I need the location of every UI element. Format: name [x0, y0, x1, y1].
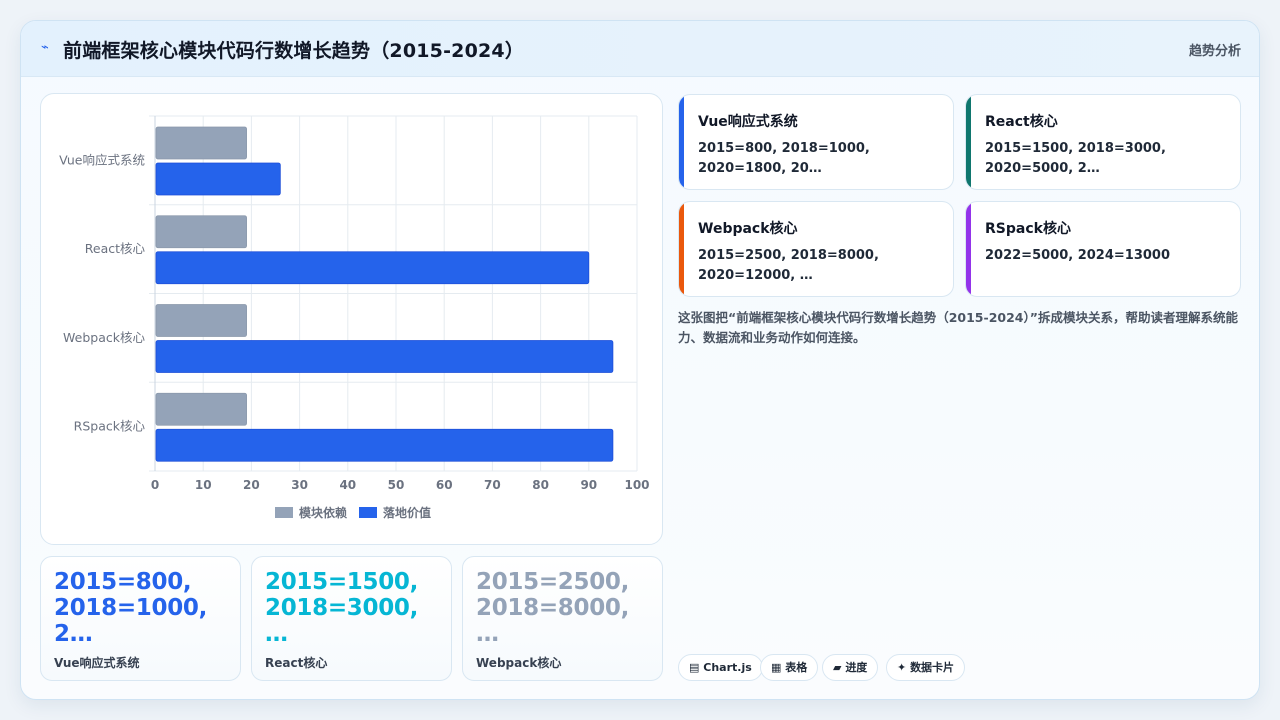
x-tick-label: 90: [580, 478, 597, 492]
page-title: 前端框架核心模块代码行数增长趋势（2015-2024）: [63, 40, 525, 62]
legend-swatch: [275, 507, 293, 518]
y-tick-label: Webpack核心: [63, 330, 145, 345]
chart-description: 这张图把“前端框架核心模块代码行数增长趋势（2015-2024）”拆成模块关系，…: [678, 310, 1238, 345]
x-tick-label: 20: [243, 478, 260, 492]
card-accent-bar: [679, 202, 684, 296]
kpi-value: 2015=1500, 2018=3000, …: [265, 569, 419, 647]
y-tick-label: RSpack核心: [74, 419, 146, 434]
chip-data-cards[interactable]: ✦ 数据卡片: [886, 654, 966, 681]
kpi-label: Vue响应式系统: [54, 656, 140, 670]
x-tick-label: 70: [484, 478, 501, 492]
card-accent-bar: [966, 95, 971, 189]
card-desc: 2015=1500, 2018=3000, 2020=5000, 2…: [985, 141, 1166, 176]
bar-dependency: [155, 392, 247, 426]
legend-swatch: [359, 507, 377, 518]
bar-dependency: [155, 304, 247, 337]
bar-value: [155, 251, 590, 285]
bar-chart-card: 0 10 20 30 40 50 60 70 80 90 100 Vue响应式系统 React核心 Web…: [40, 93, 663, 545]
progress-icon: ▰: [833, 661, 842, 674]
y-tick-label: React核心: [85, 241, 146, 256]
x-tick-label: 40: [339, 478, 356, 492]
bar-value: [155, 428, 614, 462]
chip-table[interactable]: ▦ 表格: [760, 654, 819, 681]
x-tick-label: 100: [624, 478, 649, 492]
chip-chartjs[interactable]: ▤ Chart.js: [678, 654, 763, 681]
kpi-card-vue: 2015=800, 2018=1000, 2… Vue响应式系统: [40, 556, 241, 681]
kpi-value: 2015=800, 2018=1000, 2…: [54, 569, 208, 647]
x-tick-label: 30: [291, 478, 308, 492]
card-accent-bar: [966, 202, 971, 296]
card-title: Webpack核心: [698, 221, 798, 237]
card-title: RSpack核心: [985, 221, 1071, 237]
card-accent-bar: [679, 95, 684, 189]
module-card-webpack[interactable]: Webpack核心 2015=2500, 2018=8000, 2020=120…: [678, 201, 954, 297]
chip-label: Chart.js: [703, 661, 752, 674]
chip-label: 数据卡片: [910, 661, 955, 674]
kpi-card-webpack: 2015=2500, 2018=8000, … Webpack核心: [462, 556, 663, 681]
trend-analysis-tag[interactable]: 趋势分析: [1189, 40, 1241, 59]
module-card-vue[interactable]: Vue响应式系统 2015=800, 2018=1000, 2020=1800,…: [678, 94, 954, 190]
legend-label: 落地价值: [383, 505, 431, 520]
card-desc: 2015=800, 2018=1000, 2020=1800, 20…: [698, 141, 870, 176]
chart-icon: ▤: [689, 661, 700, 674]
card-title: Vue响应式系统: [698, 114, 798, 130]
trend-line-icon: ⌁: [41, 40, 49, 55]
kpi-label: React核心: [265, 656, 328, 670]
bar-dependency: [155, 126, 247, 160]
x-tick-label: 0: [151, 478, 159, 492]
module-card-rspack[interactable]: RSpack核心 2022=5000, 2024=13000: [965, 201, 1241, 297]
dashboard-shell: ⌁ 前端框架核心模块代码行数增长趋势（2015-2024） 趋势分析 0 10 20…: [20, 20, 1260, 700]
kpi-value: 2015=2500, 2018=8000, …: [476, 569, 630, 647]
chip-progress[interactable]: ▰ 进度: [822, 654, 879, 681]
card-title: React核心: [985, 114, 1058, 130]
x-tick-label: 10: [195, 478, 212, 492]
chip-label: 表格: [785, 661, 808, 674]
header: ⌁ 前端框架核心模块代码行数增长趋势（2015-2024） 趋势分析: [21, 21, 1259, 77]
x-tick-label: 50: [388, 478, 405, 492]
table-icon: ▦: [771, 661, 782, 674]
bar-value: [155, 162, 281, 196]
x-tick-label: 60: [436, 478, 453, 492]
kpi-card-react: 2015=1500, 2018=3000, … React核心: [251, 556, 452, 681]
x-tick-label: 80: [532, 478, 549, 492]
chip-label: 进度: [845, 661, 868, 674]
kpi-label: Webpack核心: [476, 656, 562, 670]
card-desc: 2015=2500, 2018=8000, 2020=12000, …: [698, 248, 879, 283]
sparkle-icon: ✦: [897, 661, 907, 674]
card-desc: 2022=5000, 2024=13000: [985, 248, 1171, 263]
bar-dependency: [155, 215, 247, 249]
bar-chart: 0 10 20 30 40 50 60 70 80 90 100 Vue响应式系统 React核心 Web…: [59, 115, 650, 520]
y-tick-label: Vue响应式系统: [59, 152, 145, 167]
bar-value: [155, 340, 614, 373]
module-card-react[interactable]: React核心 2015=1500, 2018=3000, 2020=5000,…: [965, 94, 1241, 190]
legend-label: 模块依赖: [299, 505, 347, 520]
